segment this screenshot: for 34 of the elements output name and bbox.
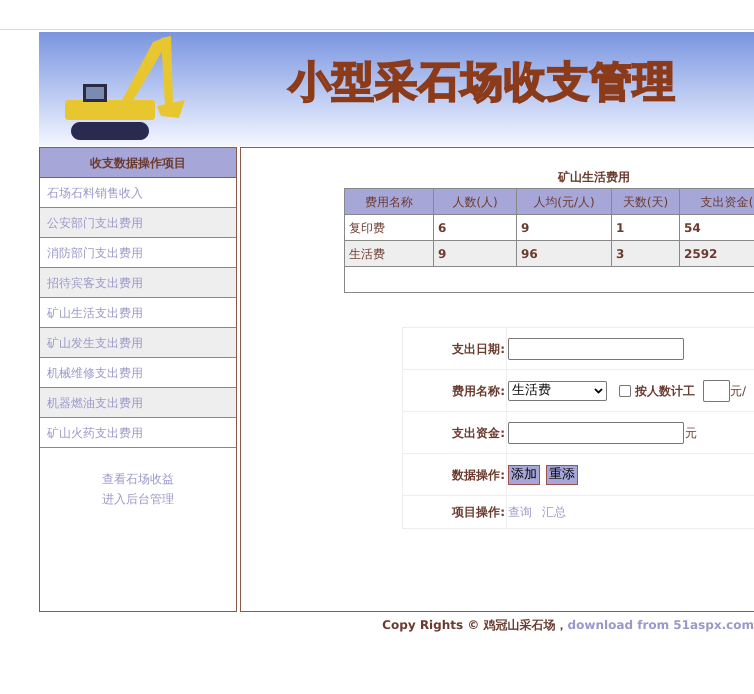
action-link[interactable]: 汇总 — [542, 503, 566, 521]
form-label: 支出资金: — [452, 424, 505, 442]
form-label: 支出日期: — [452, 340, 505, 358]
table-cell: 96 — [516, 240, 612, 266]
table-title: 矿山生活费用 — [556, 170, 630, 184]
checkbox-label: 按人数计工 — [635, 382, 695, 400]
sidebar-header: 收支数据操作项目 — [40, 148, 236, 178]
form-label: 项目操作: — [452, 504, 505, 521]
checkbox[interactable] — [619, 384, 631, 396]
table-cell: 9 — [434, 240, 516, 266]
copyright-text: Copy Rights © 鸡冠山采石场， — [382, 617, 568, 634]
sidebar-item[interactable]: 招待宾客支出费用 — [40, 268, 236, 298]
form-label: 费用名称: — [452, 382, 505, 400]
text-field[interactable] — [508, 422, 684, 444]
form-button[interactable]: 重添 — [546, 464, 578, 484]
action-link[interactable]: 查询 — [508, 503, 532, 521]
table-cell: 3 — [612, 240, 680, 266]
text-field[interactable] — [508, 338, 684, 360]
sidebar-link[interactable]: 查看石场收益 — [102, 470, 174, 488]
download-link[interactable]: download from 51aspx.com — [568, 616, 754, 634]
sidebar-item[interactable]: 公安部门支出费用 — [40, 208, 236, 238]
unit-label: 元 — [685, 424, 697, 442]
chevron-down-icon — [594, 388, 603, 394]
form-button[interactable]: 添加 — [508, 464, 540, 484]
sidebar-item[interactable]: 矿山发生支出费用 — [40, 328, 236, 358]
banner-title: 小型采石场收支管理 — [289, 56, 676, 108]
unit-label: 元/ — [730, 382, 746, 400]
rate-field[interactable] — [703, 380, 730, 402]
sidebar-link[interactable]: 进入后台管理 — [102, 490, 174, 508]
table-cell: 生活费 — [344, 240, 434, 266]
sidebar-item[interactable]: 机器燃油支出费用 — [40, 388, 236, 418]
form-label: 数据操作: — [452, 466, 505, 484]
column-header: 费用名称 — [344, 188, 434, 214]
expense-select[interactable]: 生活费 — [508, 380, 607, 400]
